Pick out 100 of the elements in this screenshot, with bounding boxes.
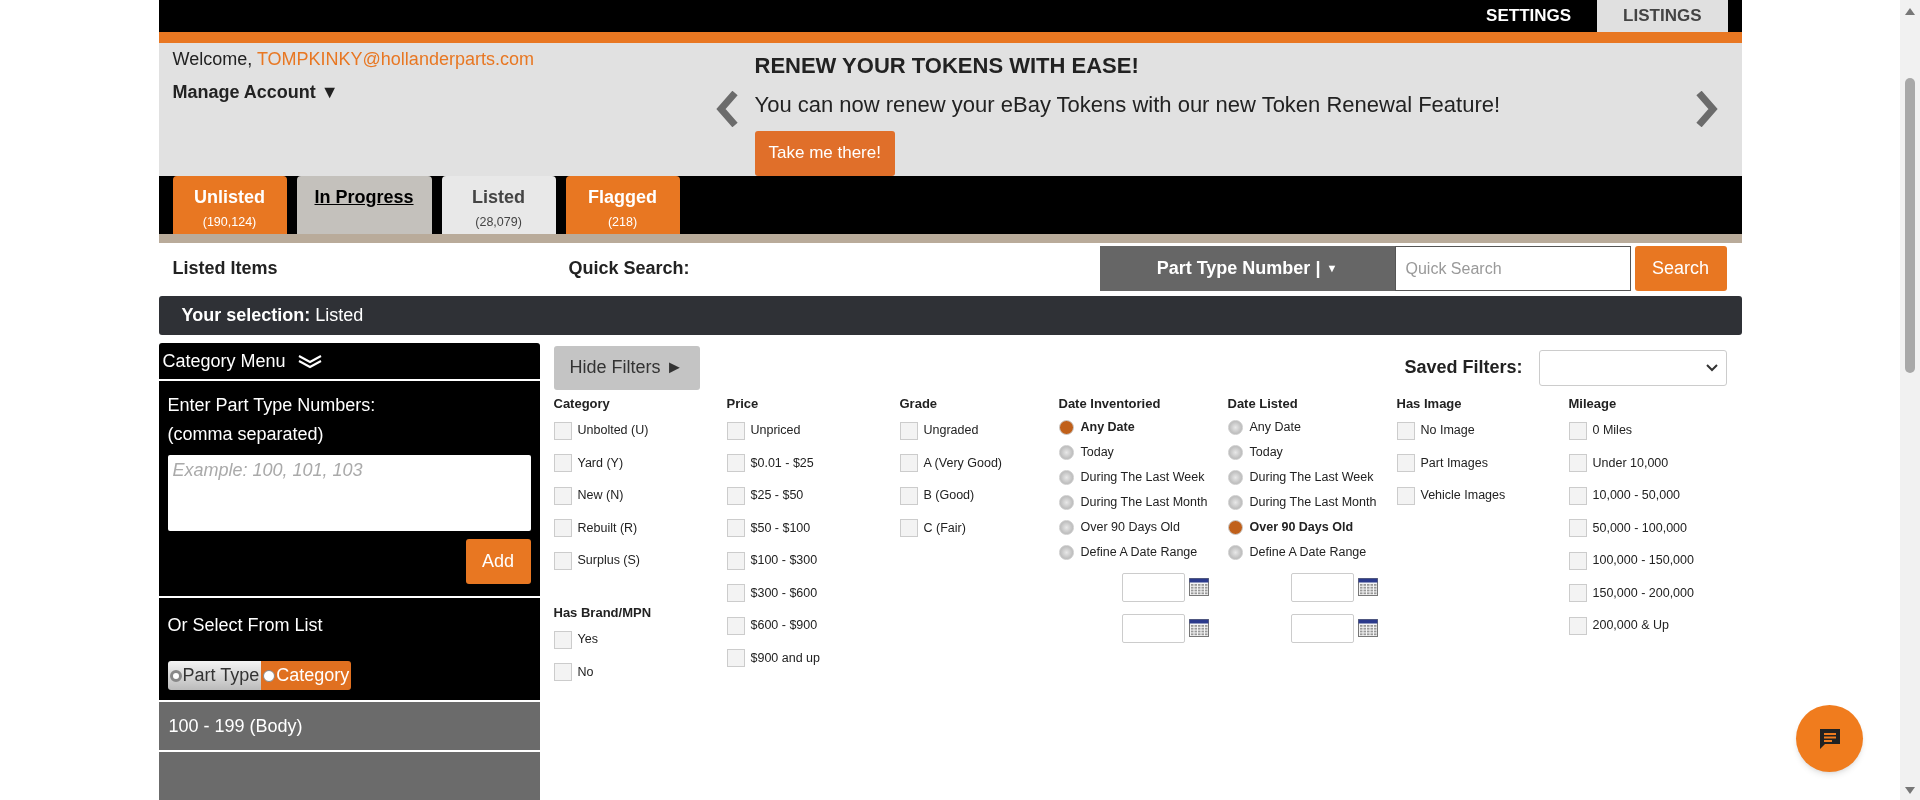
checkbox-label: B (Good) [923, 487, 975, 505]
part-number-label: Enter Part Type Numbers: [167, 394, 377, 417]
part-number-field[interactable]: Example: 100, 101, 103 [167, 455, 531, 531]
date-field[interactable] [1121, 613, 1185, 643]
radio-button[interactable] [1227, 544, 1243, 560]
checkbox[interactable] [1568, 616, 1587, 635]
checkbox-label: $0.01 - $25 [750, 454, 814, 472]
checkbox[interactable] [899, 519, 918, 538]
scrollbar-thumb[interactable] [1905, 78, 1915, 373]
radio-button[interactable] [1058, 519, 1074, 535]
checkbox[interactable] [726, 519, 745, 538]
select-list-label: Or Select From List [167, 614, 324, 637]
checkbox[interactable] [1568, 551, 1587, 570]
filter-group-title: Category [553, 395, 611, 413]
checkbox[interactable] [1568, 519, 1587, 538]
calendar-icon[interactable] [1357, 578, 1378, 596]
checkbox[interactable] [553, 421, 572, 440]
radio-label: Today [1080, 443, 1114, 461]
search-button[interactable]: Search [1634, 246, 1727, 292]
checkbox[interactable] [1568, 421, 1587, 440]
checkbox-label: 10,000 - 50,000 [1592, 487, 1681, 505]
checkbox[interactable] [553, 663, 572, 682]
checkbox-label: New (N) [577, 487, 624, 505]
checkbox[interactable] [553, 519, 572, 538]
hide-filters-button[interactable]: Hide Filters ► [553, 345, 700, 390]
checkbox[interactable] [726, 551, 745, 570]
banner-text: You can now renew your eBay Tokens with our new Token Renewal Feature! [754, 90, 1502, 119]
checkbox[interactable] [726, 584, 745, 603]
tab[interactable]: Flagged (218) [565, 175, 680, 234]
scroll-down-icon [1904, 786, 1916, 796]
checkbox-label: Unpriced [750, 422, 801, 440]
calendar-icon[interactable] [1357, 619, 1378, 637]
checkbox[interactable] [1568, 454, 1587, 473]
filter-group-title: Date Listed [1227, 395, 1299, 413]
radio-button[interactable] [1227, 519, 1243, 535]
checkbox-label: $900 and up [750, 649, 820, 667]
radio-button[interactable] [1227, 469, 1243, 485]
date-field[interactable] [1290, 572, 1354, 602]
tab[interactable]: Unlisted (190,124) [172, 175, 287, 234]
chat-button[interactable] [1796, 705, 1863, 772]
category-list-item[interactable]: 100 - 199 (Body) [158, 702, 540, 750]
checkbox[interactable] [726, 486, 745, 505]
radio-label: Today [1249, 443, 1283, 461]
checkbox-label: 150,000 - 200,000 [1592, 584, 1694, 602]
nav-link[interactable]: SETTINGS [1460, 0, 1598, 32]
checkbox[interactable] [1568, 584, 1587, 603]
calendar-icon[interactable] [1188, 619, 1209, 637]
checkbox[interactable] [553, 630, 572, 649]
checkbox-label: $50 - $100 [750, 519, 811, 537]
checkbox[interactable] [726, 616, 745, 635]
checkbox-label: Yes [577, 631, 598, 649]
checkbox-label: 50,000 - 100,000 [1592, 519, 1688, 537]
radio-button[interactable] [1227, 494, 1243, 510]
manage-account-link[interactable]: Manage Account ▼ [172, 78, 339, 106]
checkbox-label: 200,000 & Up [1592, 617, 1669, 635]
checkbox[interactable] [726, 421, 745, 440]
checkbox-label: Unbolted (U) [577, 422, 649, 440]
list-type-toggle[interactable]: Part Type [167, 661, 262, 690]
checkbox-label: Vehicle Images [1420, 487, 1506, 505]
checkbox[interactable] [553, 486, 572, 505]
checkbox[interactable] [899, 486, 918, 505]
radio-button[interactable] [1058, 419, 1074, 435]
saved-filters-select[interactable] [1538, 349, 1727, 386]
checkbox[interactable] [899, 421, 918, 440]
take-me-there-button[interactable]: Take me there! [754, 130, 895, 176]
date-field[interactable] [1121, 572, 1185, 602]
radio-button[interactable] [1058, 469, 1074, 485]
checkbox[interactable] [1396, 454, 1415, 473]
category-menu-header[interactable]: Category Menu [158, 343, 540, 379]
checkbox[interactable] [899, 454, 918, 473]
nav-link[interactable]: LISTINGS [1597, 0, 1728, 32]
checkbox-label: C (Fair) [923, 519, 966, 537]
radio-label: During The Last Week [1249, 468, 1374, 486]
checkbox[interactable] [726, 649, 745, 668]
scrollbar[interactable] [1900, 0, 1920, 800]
radio-label: Any Date [1249, 418, 1301, 436]
category-list-item[interactable] [158, 752, 540, 800]
radio-button[interactable] [1227, 444, 1243, 460]
search-type-dropdown[interactable]: Part Type Number | ▼ [1099, 246, 1395, 292]
checkbox[interactable] [1396, 486, 1415, 505]
checkbox[interactable] [726, 454, 745, 473]
checkbox[interactable] [553, 454, 572, 473]
checkbox[interactable] [553, 551, 572, 570]
radio-button[interactable] [1227, 419, 1243, 435]
checkbox-label: $25 - $50 [750, 487, 804, 505]
checkbox-label: $100 - $300 [750, 552, 818, 570]
date-field[interactable] [1290, 613, 1354, 643]
radio-button[interactable] [1058, 494, 1074, 510]
checkbox[interactable] [1396, 421, 1415, 440]
tab[interactable]: Listed (28,079) [441, 175, 556, 234]
calendar-icon[interactable] [1188, 578, 1209, 596]
radio-label: Define A Date Range [1080, 543, 1198, 561]
list-type-toggle[interactable]: Category [261, 661, 352, 690]
quick-search-field[interactable]: Quick Search [1394, 246, 1631, 292]
tab[interactable]: In Progress [296, 175, 432, 234]
radio-button[interactable] [1058, 444, 1074, 460]
radio-button[interactable] [1058, 544, 1074, 560]
radio-label: Over 90 Days Old [1249, 518, 1354, 536]
checkbox[interactable] [1568, 486, 1587, 505]
add-button[interactable]: Add [465, 539, 531, 584]
